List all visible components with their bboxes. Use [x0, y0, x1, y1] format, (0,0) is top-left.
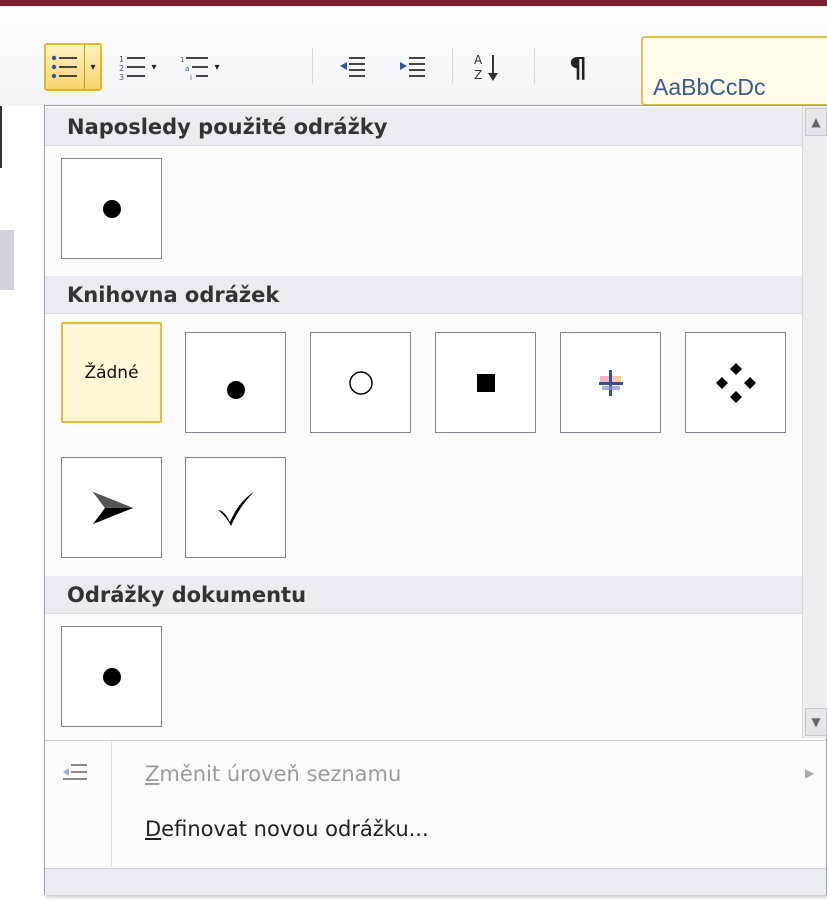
define-new-bullet-label: efinovat novou odrážku... [161, 817, 429, 841]
menu-gutter [111, 741, 112, 867]
multilevel-list-icon: 1 a i [180, 56, 209, 80]
bullet-none-tile[interactable]: Žádné [61, 322, 162, 423]
document-edge [0, 230, 14, 290]
bullet-library-dropdown: Naposledy použité odrážky Knihovna odráž… [44, 105, 827, 895]
bullet-hollow-circle-tile[interactable] [310, 332, 411, 433]
bullet-cross-star-tile[interactable] [560, 332, 661, 433]
decrease-indent-button[interactable] [334, 50, 372, 84]
increase-indent-button[interactable] [394, 50, 432, 84]
scroll-up-button[interactable]: ▲ [805, 108, 827, 136]
style-gallery-preview[interactable]: AaBbCcDc [641, 36, 827, 106]
sort-button[interactable]: A Z [466, 48, 510, 86]
document-edge-line [0, 106, 2, 168]
bullet-arrowhead-tile[interactable] [61, 457, 162, 558]
svg-text:2: 2 [119, 64, 124, 73]
bullet-four-diamond-tile[interactable] [685, 332, 786, 433]
toolbar-separator [312, 48, 313, 84]
define-new-bullet-accesskey: D [145, 817, 162, 841]
style-preview-text: AaBbCcDc [653, 74, 766, 100]
cross-star-bullet-icon [598, 369, 623, 396]
bullet-filled-circle-tile[interactable] [185, 332, 286, 433]
square-bullet-icon [476, 373, 495, 392]
change-list-level-label: měnit úroveň seznamu [159, 762, 402, 786]
filled-circle-bullet-icon [226, 380, 245, 399]
toolbar-separator [452, 48, 453, 84]
change-list-level-menu-item[interactable]: Změnit úroveň seznamu [145, 762, 401, 786]
four-diamond-bullet-icon [715, 362, 756, 403]
svg-text:3: 3 [119, 73, 124, 80]
increase-indent-icon [400, 57, 425, 77]
change-list-level-accesskey: Z [145, 762, 160, 786]
recent-bullets-header: Naposledy použité odrážky [45, 108, 802, 146]
change-list-level-icon [63, 764, 87, 780]
checkmark-bullet-icon [217, 491, 254, 526]
decrease-indent-icon [340, 57, 365, 77]
pilcrow-icon: ¶ [569, 50, 587, 84]
multilevel-list-button[interactable]: 1 a i ▾ [172, 50, 228, 84]
recent-bullet-tile[interactable] [61, 158, 162, 259]
toolbar-separator [534, 48, 535, 84]
svg-text:a: a [185, 65, 189, 73]
document-bullet-tile[interactable] [61, 626, 162, 727]
bullets-dropdown-arrow[interactable]: ▾ [84, 45, 102, 89]
bullet-list-icon [51, 55, 77, 79]
numbering-button[interactable]: 1 2 3 ▾ [112, 50, 164, 84]
sort-az-icon: A Z [474, 53, 498, 82]
menu-divider [45, 740, 826, 741]
dropdown-resize-bar[interactable] [45, 868, 826, 895]
bullet-none-label: Žádné [84, 362, 139, 383]
numbered-list-icon: 1 2 3 [119, 55, 146, 80]
svg-text:Z: Z [474, 68, 482, 82]
filled-circle-bullet-icon [102, 199, 121, 218]
bullets-split-button[interactable]: ▾ [44, 43, 102, 91]
svg-text:A: A [474, 53, 483, 67]
chevron-down-icon: ▾ [151, 61, 157, 73]
chevron-up-icon: ▲ [811, 115, 821, 129]
ribbon-toolbar: ▾ 1 2 3 ▾ 1 a i ▾ A Z ¶ AaBbCcDc [0, 6, 827, 106]
define-new-bullet-menu-item[interactable]: Definovat novou odrážku... [145, 817, 429, 841]
library-bullets-header: Knihovna odrážek [45, 276, 802, 314]
svg-text:i: i [190, 74, 192, 80]
svg-text:1: 1 [180, 56, 184, 64]
bullet-checkmark-tile[interactable] [185, 457, 286, 558]
show-formatting-marks-button[interactable]: ¶ [556, 48, 600, 86]
submenu-arrow-icon: ▶ [805, 766, 815, 780]
bullets-button[interactable] [46, 45, 85, 89]
chevron-down-icon: ▼ [811, 715, 821, 729]
gallery-scrollbar[interactable]: ▲ ▼ [802, 106, 827, 738]
chevron-down-icon: ▾ [214, 61, 220, 73]
arrowhead-bullet-icon [92, 491, 133, 524]
hollow-circle-bullet-icon [348, 370, 373, 395]
filled-circle-bullet-icon [102, 667, 121, 686]
scroll-down-button[interactable]: ▼ [805, 708, 827, 736]
svg-text:1: 1 [119, 55, 124, 64]
document-bullets-header: Odrážky dokumentu [45, 576, 802, 614]
bullet-square-tile[interactable] [435, 332, 536, 433]
